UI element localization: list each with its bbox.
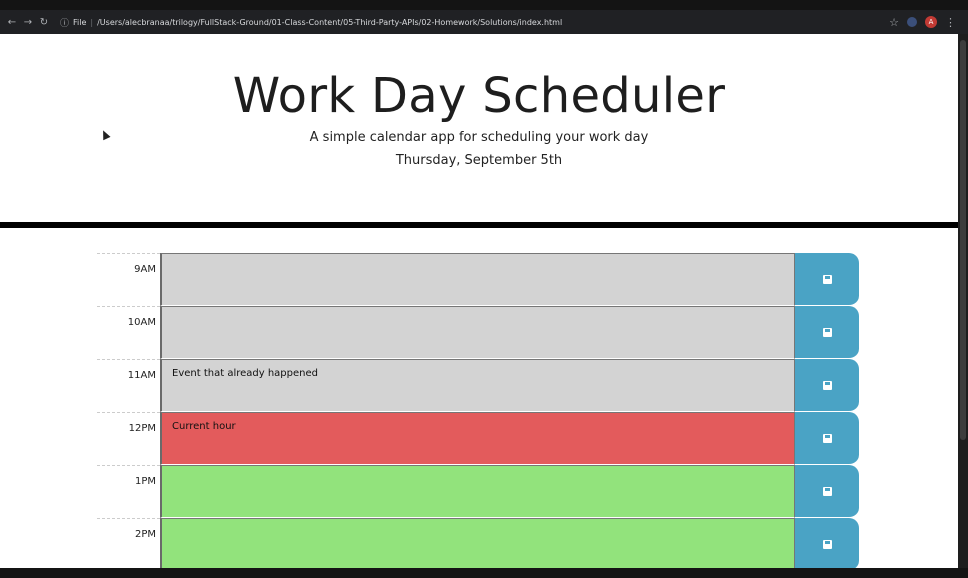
save-disk-icon xyxy=(822,486,832,496)
event-description-input[interactable] xyxy=(160,465,795,518)
save-disk-icon xyxy=(822,539,832,549)
save-button[interactable] xyxy=(795,359,859,412)
save-button[interactable] xyxy=(795,253,859,306)
event-description-input[interactable] xyxy=(160,253,795,306)
address-bar[interactable]: ⓘ File | /Users/alecbranaa/trilogy/FullS… xyxy=(60,12,562,32)
page-title: Work Day Scheduler xyxy=(232,68,726,124)
back-arrow-icon[interactable]: ← xyxy=(4,14,20,30)
toolbar-actions: ☆ A ⋮ xyxy=(889,16,956,29)
save-button[interactable] xyxy=(795,306,859,359)
info-icon[interactable]: ⓘ xyxy=(60,16,69,29)
menu-kebab-icon[interactable]: ⋮ xyxy=(945,16,956,29)
event-description-input[interactable] xyxy=(160,306,795,359)
time-block-row: 2PM xyxy=(97,518,861,568)
time-block-row: 12PM xyxy=(97,412,861,465)
time-block-row: 9AM xyxy=(97,253,861,306)
hour-label: 1PM xyxy=(97,465,160,518)
save-button[interactable] xyxy=(795,518,859,568)
hour-label: 11AM xyxy=(97,359,160,412)
hour-label: 10AM xyxy=(97,306,160,359)
save-disk-icon xyxy=(822,433,832,443)
save-button[interactable] xyxy=(795,465,859,518)
url-text[interactable]: /Users/alecbranaa/trilogy/FullStack-Grou… xyxy=(97,18,562,27)
time-block-row: 11AM xyxy=(97,359,861,412)
jumbotron-header: Work Day Scheduler A simple calendar app… xyxy=(0,34,958,228)
browser-toolbar: ← → ↻ ⓘ File | /Users/alecbranaa/trilogy… xyxy=(0,10,968,34)
time-block-row: 1PM xyxy=(97,465,861,518)
event-description-input[interactable] xyxy=(160,412,795,465)
save-disk-icon xyxy=(822,274,832,284)
current-day: Thursday, September 5th xyxy=(395,153,563,168)
hour-label: 9AM xyxy=(97,253,160,306)
timeblock-container: 9AM 10AM 11AM 12PM 1PM 2PM xyxy=(97,253,861,568)
extension-icon[interactable] xyxy=(907,17,917,27)
page-scrollbar[interactable] xyxy=(958,34,968,568)
profile-avatar[interactable]: A xyxy=(925,16,937,28)
bookmark-star-icon[interactable]: ☆ xyxy=(889,16,899,29)
url-scheme-label: File xyxy=(73,17,87,27)
save-disk-icon xyxy=(822,327,832,337)
reload-icon[interactable]: ↻ xyxy=(36,14,52,30)
hour-label: 12PM xyxy=(97,412,160,465)
page-subtitle: A simple calendar app for scheduling you… xyxy=(309,130,649,145)
page-viewport: Work Day Scheduler A simple calendar app… xyxy=(0,34,958,568)
forward-arrow-icon[interactable]: → xyxy=(20,14,36,30)
event-description-input[interactable] xyxy=(160,518,795,568)
hour-label: 2PM xyxy=(97,518,160,568)
save-disk-icon xyxy=(822,380,832,390)
url-separator: | xyxy=(90,17,94,27)
event-description-input[interactable] xyxy=(160,359,795,412)
scrollbar-thumb[interactable] xyxy=(960,40,966,440)
time-block-row: 10AM xyxy=(97,306,861,359)
save-button[interactable] xyxy=(795,412,859,465)
